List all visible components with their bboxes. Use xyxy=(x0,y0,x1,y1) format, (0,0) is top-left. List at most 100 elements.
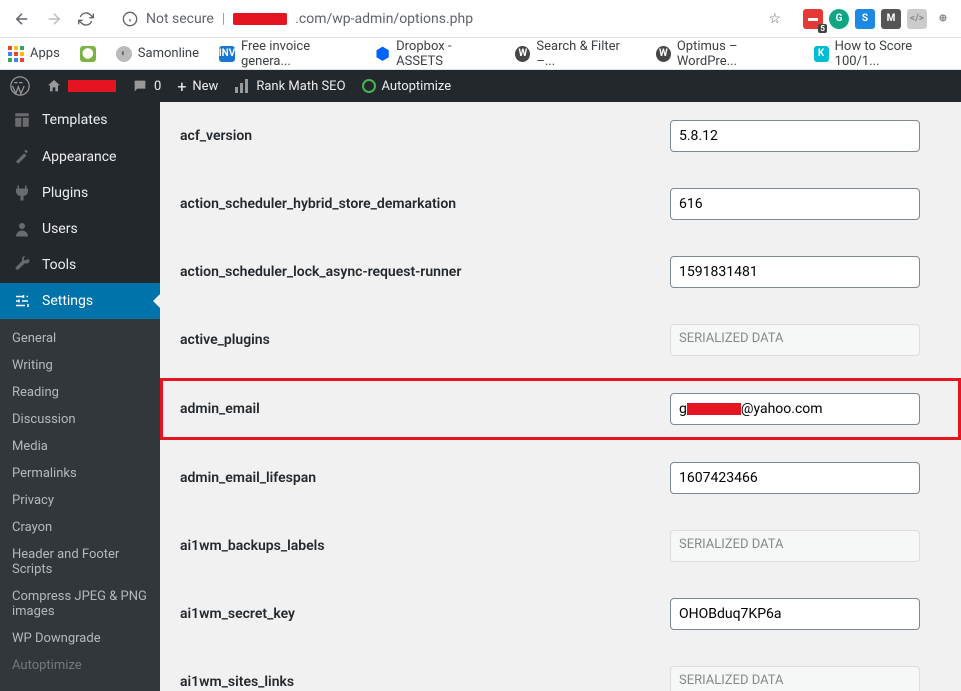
option-label: ai1wm_sites_links xyxy=(180,674,670,690)
sub-item-media[interactable]: Media xyxy=(0,433,160,460)
ext-icon-1[interactable]: ▬5 xyxy=(803,9,823,29)
option-input[interactable] xyxy=(670,188,920,220)
serialized-data: SERIALIZED DATA xyxy=(670,530,920,562)
user-icon xyxy=(12,219,32,239)
sub-item-wpdowngrade[interactable]: WP Downgrade xyxy=(0,625,160,652)
sub-item-general[interactable]: General xyxy=(0,325,160,352)
chart-icon xyxy=(234,79,250,93)
circle-icon xyxy=(362,79,376,93)
browser-nav-bar: Not secure | .com/wp-admin/options.php ☆… xyxy=(0,0,961,38)
site-name-redacted xyxy=(68,80,116,92)
bookmark-apps[interactable]: Apps xyxy=(8,46,60,62)
ext-icon-grammarly[interactable]: G xyxy=(829,9,849,29)
forward-button[interactable] xyxy=(40,5,68,33)
bookmark-dropbox[interactable]: ⬢Dropbox - ASSETS xyxy=(375,39,495,69)
option-label: ai1wm_backups_labels xyxy=(180,538,670,554)
option-row-action-scheduler: action_scheduler_hybrid_store_demarkatio… xyxy=(160,170,961,238)
option-label: active_plugins xyxy=(180,332,670,348)
option-row-admin-email-lifespan: admin_email_lifespan xyxy=(160,444,961,512)
serialized-data: SERIALIZED DATA xyxy=(670,324,920,356)
bookmark-optimus[interactable]: WOptimus – WordPre... xyxy=(656,39,794,69)
info-icon xyxy=(122,11,138,27)
wp-icon: W xyxy=(515,46,530,62)
bookmark-searchfilter[interactable]: WSearch & Filter –... xyxy=(515,39,635,69)
email-redacted xyxy=(687,403,741,415)
option-label: admin_email_lifespan xyxy=(180,470,670,486)
bookmark-invoice[interactable]: INVFree invoice genera... xyxy=(219,39,355,69)
option-row-acf-version: acf_version xyxy=(160,102,961,170)
option-label: admin_email xyxy=(180,401,670,417)
back-button[interactable] xyxy=(8,5,36,33)
serialized-data: SERIALIZED DATA xyxy=(670,666,920,691)
bookmark-howscore[interactable]: KHow to Score 100/1... xyxy=(814,39,953,69)
option-row-ai1wm-sites-links: ai1wm_sites_links SERIALIZED DATA xyxy=(160,648,961,691)
sidebar-item-templates[interactable]: Templates xyxy=(0,102,160,138)
wp-icon: W xyxy=(656,46,671,62)
url-redacted xyxy=(233,13,287,25)
extension-icons: ▬5 G S M </> ⊕ xyxy=(803,9,953,29)
option-input[interactable] xyxy=(670,598,920,630)
ext-icon-code[interactable]: </> xyxy=(907,9,927,29)
sub-item-writing[interactable]: Writing xyxy=(0,352,160,379)
sub-item-privacy[interactable]: Privacy xyxy=(0,487,160,514)
inv-icon: INV xyxy=(219,46,235,62)
options-table: acf_version action_scheduler_hybrid_stor… xyxy=(160,102,961,691)
settings-submenu: General Writing Reading Discussion Media… xyxy=(0,319,160,691)
url-text: .com/wp-admin/options.php xyxy=(295,11,473,27)
reload-button[interactable] xyxy=(72,5,100,33)
comment-icon xyxy=(132,78,148,94)
option-input[interactable] xyxy=(670,462,920,494)
option-label: action_scheduler_lock_async-request-runn… xyxy=(180,264,670,280)
sidebar-item-tools[interactable]: Tools xyxy=(0,247,160,283)
sub-item-compressjpeg[interactable]: Compress JPEG & PNG images xyxy=(0,583,160,625)
sub-item-permalinks[interactable]: Permalinks xyxy=(0,460,160,487)
bookmark-item[interactable]: ⬤ xyxy=(80,46,96,62)
apps-icon xyxy=(8,46,24,62)
plug-icon xyxy=(12,183,32,203)
wp-logo[interactable] xyxy=(10,76,30,96)
option-row-admin-email: admin_email g@yahoo.com xyxy=(160,378,961,440)
url-bar[interactable]: Not secure | .com/wp-admin/options.php ☆ xyxy=(112,5,791,33)
not-secure-label: Not secure xyxy=(146,11,214,27)
plus-icon: + xyxy=(177,77,186,96)
option-row-ai1wm-backups-labels: ai1wm_backups_labels SERIALIZED DATA xyxy=(160,512,961,580)
option-row-active-plugins: active_plugins SERIALIZED DATA xyxy=(160,306,961,374)
star-icon[interactable]: ☆ xyxy=(768,11,781,27)
sidebar-item-plugins[interactable]: Plugins xyxy=(0,175,160,211)
comments-link[interactable]: 0 xyxy=(132,78,161,94)
globe-icon: ◐ xyxy=(116,46,132,62)
option-input[interactable] xyxy=(670,256,920,288)
option-row-ai1wm-secret-key: ai1wm_secret_key xyxy=(160,580,961,648)
sliders-icon xyxy=(12,291,32,311)
wp-admin-bar: 0 +New Rank Math SEO Autoptimize xyxy=(0,70,961,102)
ext-icon-s[interactable]: S xyxy=(855,9,875,29)
ext-icon-plus[interactable]: ⊕ xyxy=(933,9,953,29)
wrench-icon xyxy=(12,255,32,275)
sidebar-item-users[interactable]: Users xyxy=(0,211,160,247)
dropbox-icon: ⬢ xyxy=(375,46,390,62)
option-input-admin-email[interactable]: g@yahoo.com xyxy=(670,393,920,425)
bookmark-samonline[interactable]: ◐Samonline xyxy=(116,46,199,62)
sub-item-discussion[interactable]: Discussion xyxy=(0,406,160,433)
sub-item-crayon[interactable]: Crayon xyxy=(0,514,160,541)
admin-sidebar: Templates Appearance Plugins Users Tools… xyxy=(0,102,160,691)
bookmark-bar: Apps ⬤ ◐Samonline INVFree invoice genera… xyxy=(0,38,961,70)
wordpress-icon xyxy=(10,76,30,96)
sub-item-reading[interactable]: Reading xyxy=(0,379,160,406)
brush-icon xyxy=(12,147,32,167)
sidebar-item-settings[interactable]: Settings xyxy=(0,283,160,319)
site-name[interactable] xyxy=(46,78,116,94)
sub-item-autoptimize[interactable]: Autoptimize xyxy=(0,652,160,679)
option-input[interactable] xyxy=(670,120,920,152)
options-content: acf_version action_scheduler_hybrid_stor… xyxy=(160,102,961,691)
autoptimize-link[interactable]: Autoptimize xyxy=(362,79,452,94)
sub-item-headerfooter[interactable]: Header and Footer Scripts xyxy=(0,541,160,583)
k-icon: K xyxy=(814,46,829,62)
templates-icon xyxy=(12,110,32,130)
ext-icon-m[interactable]: M xyxy=(881,9,901,29)
sidebar-item-appearance[interactable]: Appearance xyxy=(0,139,160,175)
rankmath-link[interactable]: Rank Math SEO xyxy=(234,79,345,94)
new-link[interactable]: +New xyxy=(177,77,218,96)
globe-icon: ⬤ xyxy=(80,46,96,62)
option-row-action-scheduler-lock: action_scheduler_lock_async-request-runn… xyxy=(160,238,961,306)
